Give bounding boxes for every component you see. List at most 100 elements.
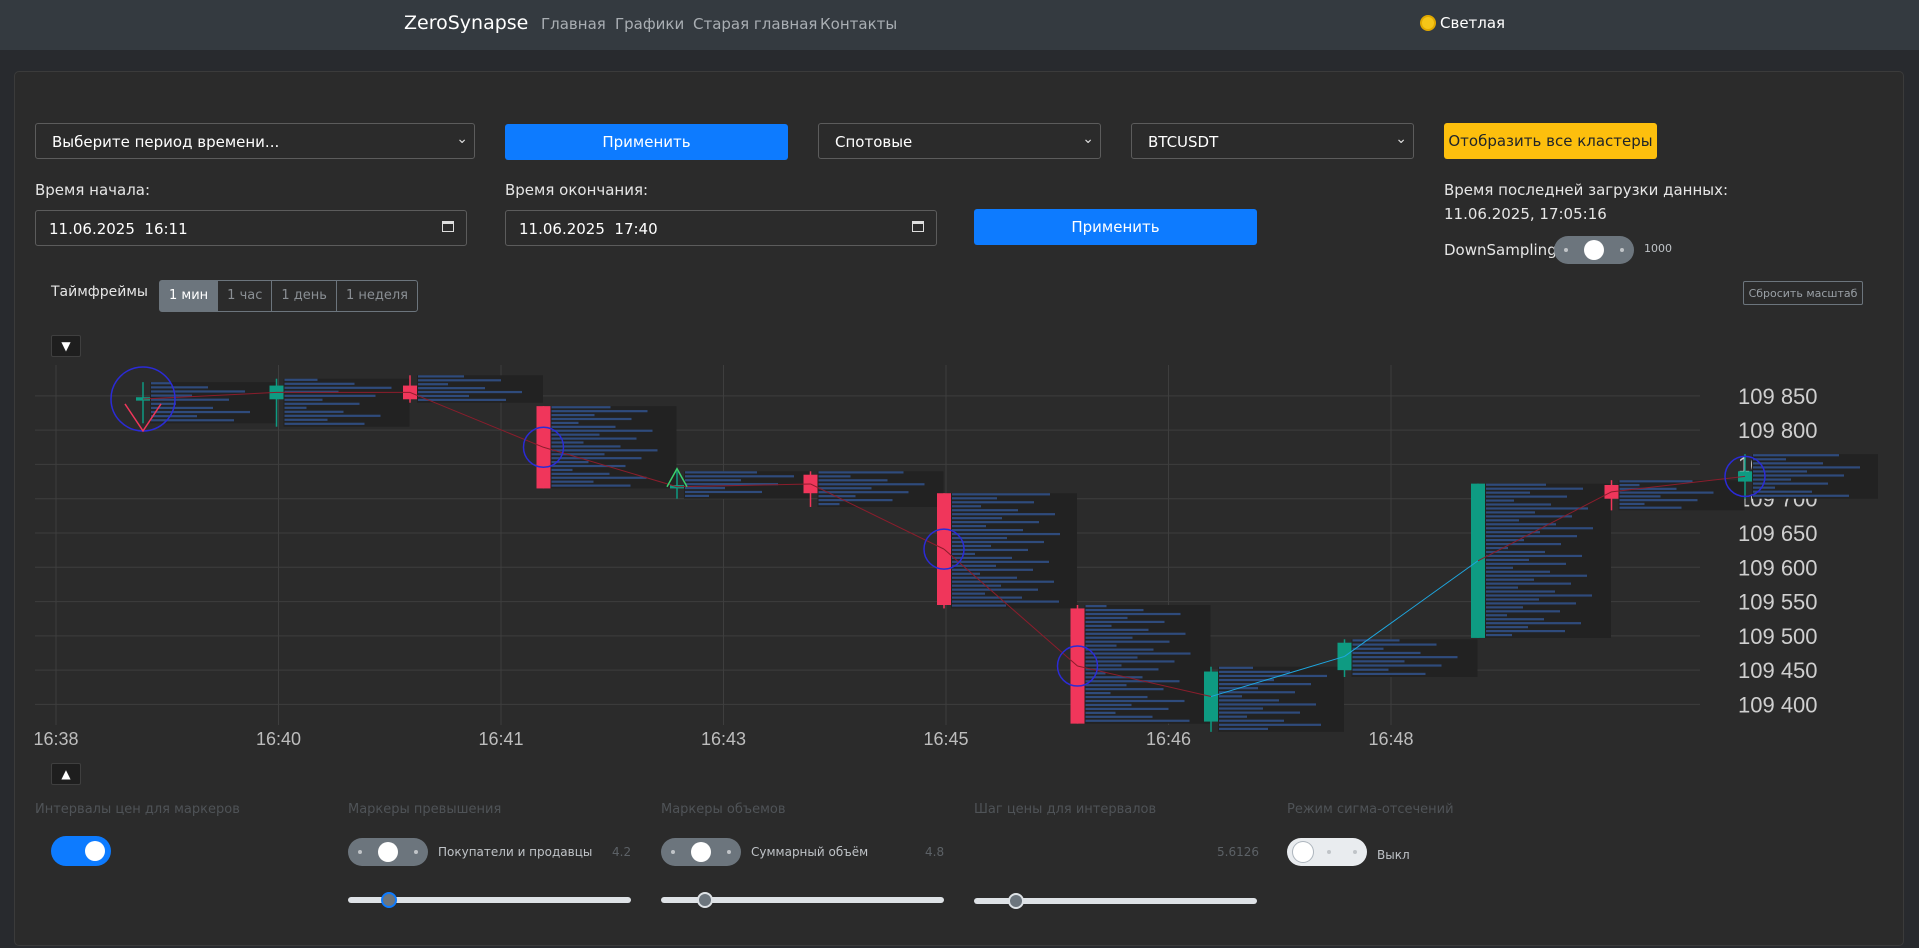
profile-bar xyxy=(818,479,888,482)
profile-bar xyxy=(1486,495,1567,498)
profile-bar xyxy=(1753,470,1807,473)
x-tick-label: 16:43 xyxy=(701,729,746,749)
profile-bar xyxy=(551,480,594,483)
profile-bar xyxy=(551,406,611,409)
volume-value: 4.8 xyxy=(925,845,945,859)
profile-bar xyxy=(1753,486,1775,489)
profile-bar xyxy=(1486,566,1513,569)
profile-bar xyxy=(818,483,925,486)
excess-markers-switch[interactable] xyxy=(348,838,428,866)
profile-bar xyxy=(1486,574,1587,577)
profile-bar xyxy=(685,490,762,494)
price-step-slider[interactable] xyxy=(974,893,1257,909)
profile-bar xyxy=(1085,680,1180,683)
slider-thumb[interactable] xyxy=(1008,893,1024,909)
slider-thumb[interactable] xyxy=(381,892,397,908)
profile-bar xyxy=(1085,656,1138,659)
profile-bar xyxy=(551,417,632,421)
profile-bar xyxy=(551,468,573,472)
profile-bar xyxy=(551,445,621,448)
switch-dot xyxy=(414,850,418,854)
profile-bar xyxy=(1486,554,1582,558)
profile-bar xyxy=(1352,660,1405,663)
profile-bar xyxy=(284,406,307,409)
profile-bar xyxy=(551,425,616,428)
profile-bar xyxy=(1085,684,1127,687)
profile-bar xyxy=(284,414,381,417)
volume-slider[interactable] xyxy=(661,892,944,908)
profile-bar xyxy=(418,387,485,390)
profile-bar xyxy=(551,429,653,432)
y-tick-label: 109 450 xyxy=(1738,658,1818,683)
profile-bar xyxy=(1219,674,1327,678)
profile-bar xyxy=(1085,719,1190,722)
profile-bar xyxy=(1219,683,1311,686)
profile-bar xyxy=(1219,703,1316,706)
profile-bar xyxy=(551,413,595,417)
profile-bar xyxy=(1085,648,1154,651)
profile-bar xyxy=(1085,699,1185,703)
profile-bar xyxy=(551,410,648,413)
price-intervals-switch[interactable] xyxy=(51,836,111,866)
profile-bar xyxy=(1085,695,1148,699)
profile-bar xyxy=(1219,711,1300,714)
profile-bar xyxy=(284,378,318,381)
profile-bar xyxy=(284,382,355,385)
profile-bar xyxy=(1486,515,1572,518)
x-tick-label: 16:46 xyxy=(1146,729,1191,749)
profile-bar xyxy=(952,521,1039,524)
profile-bar xyxy=(284,410,344,413)
profile-bar xyxy=(1219,719,1284,722)
profile-bar xyxy=(1753,490,1812,493)
slider-thumb[interactable] xyxy=(697,892,713,908)
excess-slider[interactable] xyxy=(348,892,631,908)
profile-bar xyxy=(818,475,851,478)
volume-markers-switch[interactable] xyxy=(661,838,741,866)
profile-bar xyxy=(1486,586,1518,589)
profile-bar xyxy=(151,419,234,422)
profile-bar xyxy=(1619,495,1661,498)
profile-bar xyxy=(1085,612,1181,616)
profile-bar xyxy=(952,493,1050,496)
sigma-mode-switch[interactable] xyxy=(1287,838,1367,866)
profile-bar xyxy=(418,379,501,382)
price-step-value: 5.6126 xyxy=(1217,845,1259,859)
profile-bar xyxy=(1352,664,1442,667)
profile-bar xyxy=(1486,570,1550,573)
profile-bar xyxy=(151,382,171,385)
y-tick-label: 109 600 xyxy=(1738,555,1818,580)
profile-bar xyxy=(551,484,631,487)
profile-bar xyxy=(1753,454,1839,457)
profile-bar xyxy=(551,421,579,425)
profile-bar xyxy=(151,390,245,393)
profile-bar xyxy=(1486,582,1571,585)
profile-bar xyxy=(1085,711,1116,714)
profile-bar xyxy=(1486,499,1514,502)
x-tick-label: 16:41 xyxy=(478,729,523,749)
profile-bar xyxy=(1352,672,1426,676)
profile-bar xyxy=(1486,483,1546,486)
price-step-title: Шаг цены для интервалов xyxy=(974,802,1157,817)
profile-bar xyxy=(1219,715,1247,718)
profile-bar xyxy=(1619,502,1645,506)
profile-bar xyxy=(1352,656,1458,659)
switch-knob xyxy=(691,842,711,862)
switch-dot xyxy=(1353,850,1357,854)
price-chart[interactable]: 109 850109 800109 750109 700109 650109 6… xyxy=(0,0,1919,948)
profile-bar xyxy=(1486,558,1529,561)
profile-bar xyxy=(284,394,376,397)
profile-bar xyxy=(1085,703,1132,707)
volume-switch-label: Суммарный объём xyxy=(751,845,869,859)
profile-bar xyxy=(1085,636,1133,639)
profile-bar xyxy=(952,517,1002,520)
profile-bar xyxy=(1619,483,1640,487)
profile-bar xyxy=(952,604,1006,607)
profile-bar xyxy=(1486,511,1535,514)
profile-bar xyxy=(1486,630,1565,633)
y-tick-label: 109 500 xyxy=(1738,624,1818,649)
profile-bar xyxy=(418,383,448,386)
profile-bar xyxy=(1219,707,1263,710)
switch-knob xyxy=(1293,842,1313,862)
profile-bar xyxy=(284,398,323,401)
profile-bar xyxy=(1085,715,1153,718)
